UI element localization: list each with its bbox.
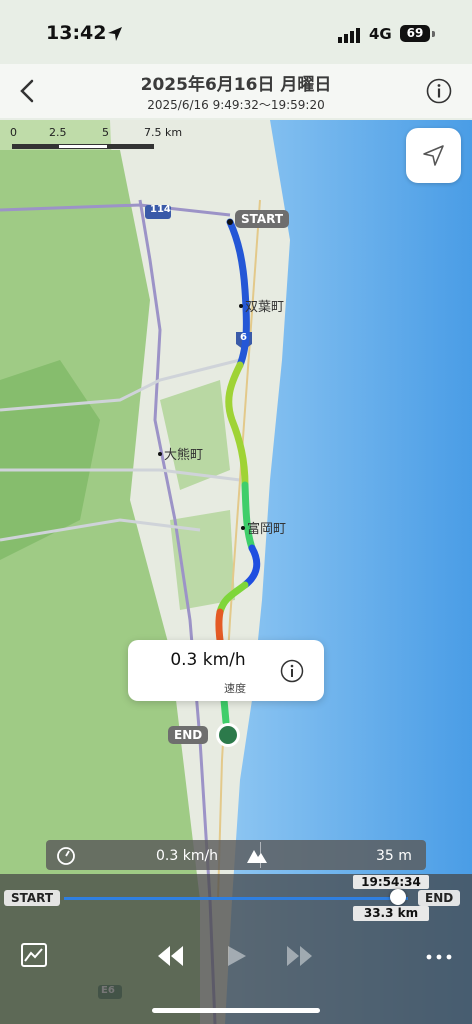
stats-speed-value: 0.3 km/h xyxy=(156,848,219,864)
speedometer-icon xyxy=(57,847,75,865)
page-title: 2025年6月16日 月曜日 xyxy=(140,75,332,95)
rewind-icon[interactable] xyxy=(156,942,186,970)
timeline-current-time: 19:54:34 xyxy=(353,875,429,889)
scale-label-2-5: 2.5 xyxy=(49,126,67,139)
route-number-6: 6 xyxy=(240,332,247,343)
place-label-futaba: 双葉町 xyxy=(245,300,285,315)
locate-button[interactable] xyxy=(406,128,461,183)
scale-label-0: 0 xyxy=(10,126,17,139)
stats-elevation-value: 35 m xyxy=(376,848,412,864)
chart-icon[interactable] xyxy=(20,942,50,970)
status-time: 13:42 xyxy=(46,22,107,44)
info-icon[interactable] xyxy=(426,78,452,104)
fast-forward-icon[interactable] xyxy=(284,942,314,970)
timeline-distance: 33.3 km xyxy=(353,906,429,921)
place-label-tomioka: 富岡町 xyxy=(247,522,287,537)
scale-label-5: 5 xyxy=(102,126,109,139)
timeline-start-label: START xyxy=(4,890,61,906)
page-subtitle: 2025/6/16 9:49:32～19:59:20 xyxy=(147,98,325,112)
play-icon[interactable] xyxy=(222,942,252,970)
navigation-arrow-icon xyxy=(423,145,444,166)
timeline-end-label: END xyxy=(418,890,461,906)
scale-label-7-5: 7.5 km xyxy=(144,126,183,139)
popup-speed-label: 速度 xyxy=(224,682,246,695)
end-pin-icon[interactable] xyxy=(214,721,242,749)
popup-speed-value: 0.3 km/h xyxy=(170,650,246,670)
popup-info-icon[interactable] xyxy=(280,659,304,683)
route-number-114: 114 xyxy=(150,204,171,215)
network-type: 4G xyxy=(369,25,392,43)
elevation-mountain-icon xyxy=(247,850,267,863)
battery-icon: 69 xyxy=(400,25,430,42)
signal-icon xyxy=(338,28,360,43)
stats-bar: 0.3 km/h 35 m xyxy=(46,840,426,870)
timeline-slider-thumb[interactable] xyxy=(389,889,406,905)
more-icon[interactable] xyxy=(424,942,454,970)
battery-tip xyxy=(432,31,435,37)
end-marker-label: END xyxy=(168,726,209,744)
home-indicator xyxy=(152,1008,320,1013)
timeline-track[interactable] xyxy=(64,897,408,900)
location-arrow-icon xyxy=(108,27,122,41)
start-marker-label: START xyxy=(235,210,290,228)
speed-popup: 0.3 km/h 速度 xyxy=(128,640,324,701)
place-label-okuma: 大熊町 xyxy=(164,448,204,463)
